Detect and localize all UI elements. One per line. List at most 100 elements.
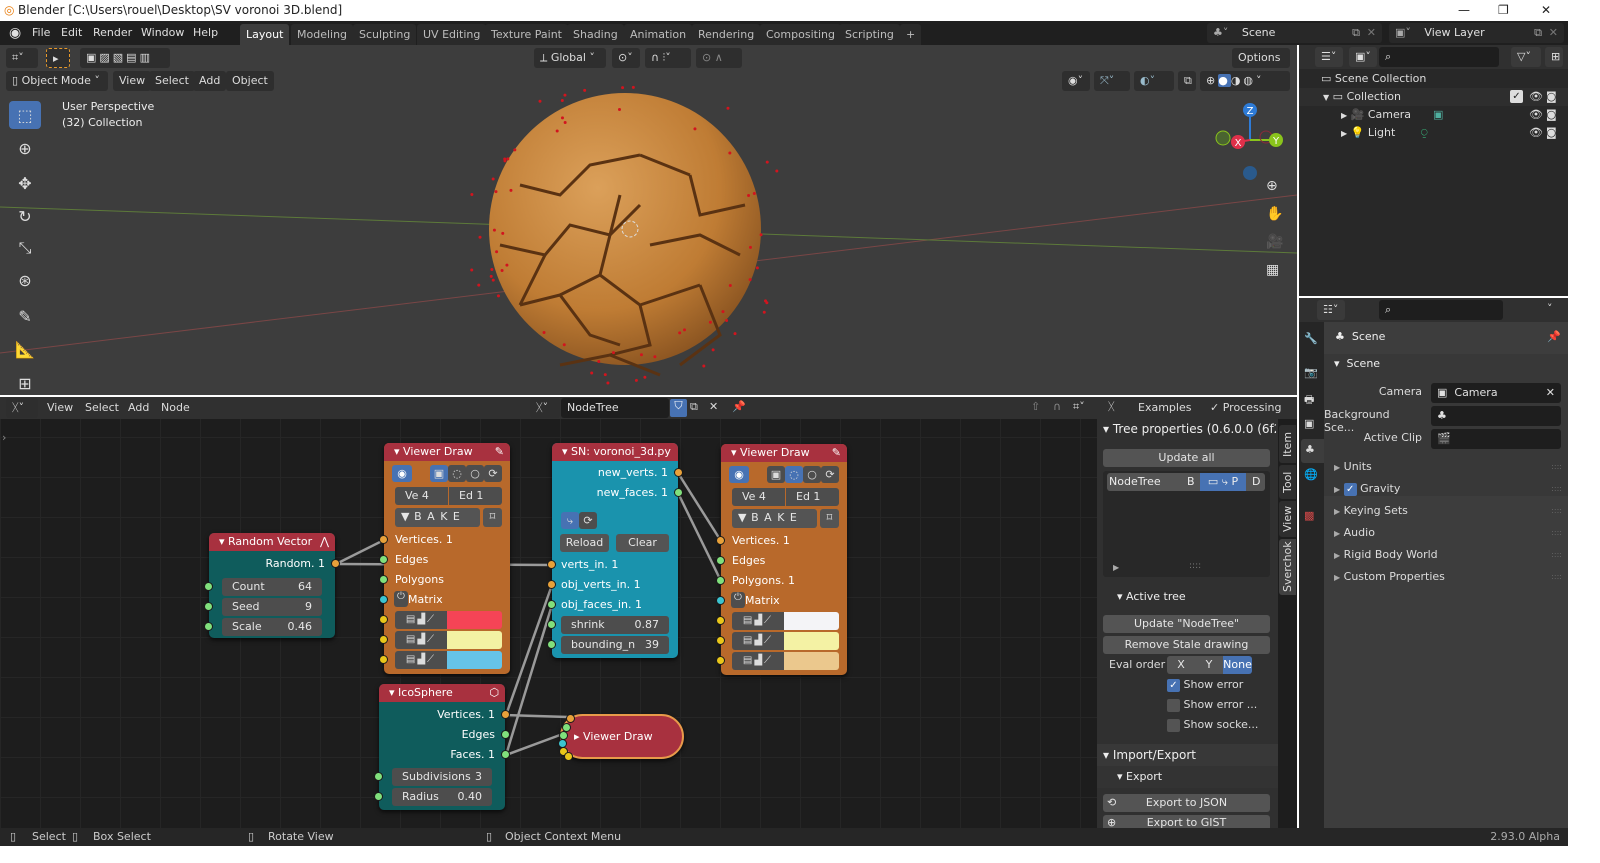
panel-keying-sets[interactable]: ▶ Keying Sets:::: bbox=[1324, 501, 1568, 521]
menu-file[interactable]: File bbox=[32, 21, 50, 45]
workspace-tab[interactable]: Compositing bbox=[760, 24, 841, 45]
export-gist-button[interactable]: ⊕ Export to GIST bbox=[1103, 815, 1270, 828]
selection-mode-buttons[interactable]: ▣▨▧▤▥ bbox=[80, 48, 170, 68]
link-display-icon[interactable]: ⟳ bbox=[484, 465, 502, 482]
pivot-point-button[interactable]: ⊙˅ bbox=[612, 48, 640, 68]
node-script-voronoi[interactable]: ▾ SN: voronoi_3d.py new_verts. 1 new_fac… bbox=[547, 443, 683, 658]
workspace-tab[interactable]: Shading bbox=[567, 24, 624, 45]
render-tab-icon[interactable]: 📷 bbox=[1304, 366, 1318, 379]
checkbox-row[interactable]: ✓ Show error bbox=[1167, 678, 1243, 692]
reload-button[interactable]: Reload bbox=[560, 534, 609, 552]
node-viewer-draw[interactable]: ▾ Viewer Draw ✎ ◉ ▣ ◌ ○ ⟳ Ve 4 Ed 1 ▼ B A … bbox=[379, 443, 510, 674]
workspace-tab[interactable]: Animation bbox=[624, 24, 693, 45]
outliner-search-input[interactable]: ⌕ bbox=[1379, 47, 1499, 67]
tab-sverchok[interactable]: Sverchok bbox=[1279, 539, 1296, 595]
camera-view-icon[interactable]: 🎥 bbox=[1266, 234, 1283, 250]
node-viewer-draw[interactable]: ▾ Viewer Draw ✎ ◉ ▣ ◌ ○ ⟳ Ve 4 Ed 1 ▼ B A … bbox=[716, 444, 847, 675]
workspace-tab[interactable]: UV Editing bbox=[417, 24, 487, 45]
output-socket-new-faces[interactable] bbox=[674, 488, 683, 497]
edge-width-field[interactable]: Ed 1 bbox=[786, 488, 839, 506]
background-scene-field[interactable]: ♣ bbox=[1431, 406, 1561, 426]
workspace-tab[interactable]: + bbox=[900, 24, 922, 45]
color-mode-icons[interactable]: ▤▟⟋ bbox=[395, 651, 447, 669]
input-socket-color[interactable] bbox=[716, 636, 725, 645]
panel-units[interactable]: ▶ Units:::: bbox=[1324, 457, 1568, 477]
color-mode-icons[interactable]: ▤▟⟋ bbox=[732, 612, 784, 630]
scale-field[interactable]: Scale 0.46 bbox=[222, 618, 322, 636]
expand-toolshelf-icon[interactable]: › bbox=[2, 431, 6, 444]
shading-mode-buttons[interactable]: ⊕●◑◍˅ bbox=[1200, 71, 1290, 91]
drag-handle-icon[interactable]: :::: bbox=[1551, 545, 1562, 565]
render-camera-icon[interactable]: ◙ bbox=[1546, 124, 1557, 142]
color-swatch[interactable] bbox=[447, 651, 502, 669]
workspace-tab[interactable]: Scripting bbox=[839, 24, 900, 45]
tree-flag-d[interactable]: D bbox=[1252, 473, 1260, 491]
node-header[interactable]: ▾ Viewer Draw ✎ bbox=[384, 443, 510, 461]
mode-select[interactable]: ▯ Object Mode ˅ bbox=[6, 71, 108, 91]
gizmo-toggle[interactable]: ⤧˅ bbox=[1094, 71, 1130, 91]
new-collection-button[interactable]: ⊞ bbox=[1545, 47, 1563, 67]
circle-display-icon[interactable]: ○ bbox=[466, 465, 484, 482]
input-socket-verts-in[interactable] bbox=[547, 560, 556, 569]
node-menu-view[interactable]: View bbox=[47, 401, 73, 414]
snap-button[interactable]: ∩ ⫶˅ bbox=[645, 48, 691, 68]
workspace-tab[interactable]: Rendering bbox=[692, 24, 761, 45]
exclude-checkbox[interactable]: ✓ bbox=[1510, 90, 1523, 103]
resize-handle-icon[interactable]: :::: bbox=[1189, 561, 1201, 571]
input-socket[interactable] bbox=[379, 595, 388, 604]
eval-order-none[interactable]: None bbox=[1223, 656, 1252, 674]
scene-panel-header[interactable]: ▾ Scene bbox=[1334, 357, 1380, 370]
copy-scene-icon[interactable]: ⧉ bbox=[1352, 23, 1360, 43]
snap-mode-icon[interactable]: ⌗˅ bbox=[1073, 400, 1085, 414]
measure-tool[interactable]: 📐 bbox=[9, 335, 41, 363]
proportional-edit-button[interactable]: ⊙ ∧ bbox=[696, 48, 742, 68]
properties-search-input[interactable]: ⌕ bbox=[1379, 300, 1503, 320]
drag-handle-icon[interactable]: :::: bbox=[1551, 567, 1562, 587]
input-socket[interactable] bbox=[716, 596, 725, 605]
pin-icon[interactable]: 📌 bbox=[1547, 330, 1561, 343]
annotate-tool[interactable]: ✎ bbox=[9, 302, 41, 330]
input-socket[interactable] bbox=[716, 556, 725, 565]
output-socket-vertices[interactable] bbox=[501, 710, 510, 719]
input-socket[interactable] bbox=[379, 555, 388, 564]
unlink-tree-icon[interactable]: ✕ bbox=[709, 400, 718, 413]
panel-audio[interactable]: ▶ Audio:::: bbox=[1324, 523, 1568, 543]
camera-data-icon[interactable]: ▣ bbox=[1433, 106, 1443, 124]
circle-display-icon[interactable]: ○ bbox=[803, 466, 821, 483]
mesh-display-icon[interactable]: ▣ bbox=[767, 466, 785, 483]
expand-list-icon[interactable]: ▶ bbox=[1113, 563, 1119, 572]
blender-menu-icon[interactable]: ◉ bbox=[9, 21, 21, 45]
overlay-toggle[interactable]: ◐˅ bbox=[1134, 71, 1174, 91]
menu-window[interactable]: Window bbox=[141, 21, 184, 45]
bake-button[interactable]: ▼ B A K E bbox=[395, 508, 480, 527]
input-socket-bounding[interactable] bbox=[547, 640, 556, 649]
seed-field[interactable]: Seed 9 bbox=[222, 598, 322, 616]
color-mode-icons[interactable]: ▤▟⟋ bbox=[732, 652, 784, 670]
rotate-tool[interactable]: ↻ bbox=[9, 202, 41, 230]
pencil-icon[interactable]: ✎ bbox=[832, 444, 841, 462]
eye-icon[interactable]: 👁 bbox=[1529, 124, 1543, 142]
close-window-button[interactable]: ✕ bbox=[1541, 0, 1551, 21]
outliner-light[interactable]: ▶ 💡 Light ⍜ 👁 ◙ bbox=[1299, 124, 1568, 142]
snap-icon[interactable]: ∩ bbox=[1053, 400, 1061, 413]
delete-scene-icon[interactable]: ✕ bbox=[1367, 23, 1376, 43]
light-data-icon[interactable]: ⍜ bbox=[1421, 124, 1428, 142]
wire-display-icon[interactable]: ◌ bbox=[785, 466, 803, 483]
import-export-header[interactable]: ▾ Import/Export bbox=[1097, 744, 1278, 766]
color-mode-icons[interactable]: ▤▟⟋ bbox=[732, 632, 784, 650]
chevron-down-icon[interactable]: ˅ bbox=[1547, 302, 1553, 315]
tab-view[interactable]: View bbox=[1279, 501, 1296, 537]
input-socket-obj-verts-in[interactable] bbox=[547, 580, 556, 589]
outliner-scene-collection[interactable]: ▭ Scene Collection bbox=[1299, 70, 1568, 88]
transform-tool[interactable]: ⊛ bbox=[9, 266, 41, 294]
select-box-tool[interactable]: ⬚ bbox=[9, 101, 41, 129]
view-layer-tab-icon[interactable]: ▣ bbox=[1304, 417, 1314, 430]
node-menu-select[interactable]: Select bbox=[85, 401, 119, 414]
active-tree-header[interactable]: ▾ Active tree bbox=[1117, 590, 1186, 603]
node-header[interactable]: ▾ Viewer Draw ✎ bbox=[721, 444, 847, 462]
fake-user-shield-icon[interactable]: ⛉ bbox=[670, 399, 687, 417]
eye-icon[interactable]: 👁 bbox=[1529, 88, 1543, 106]
input-socket[interactable] bbox=[379, 575, 388, 584]
xray-toggle[interactable]: ⧉ bbox=[1178, 71, 1196, 91]
viewport-menu-object[interactable]: Object bbox=[226, 71, 274, 91]
